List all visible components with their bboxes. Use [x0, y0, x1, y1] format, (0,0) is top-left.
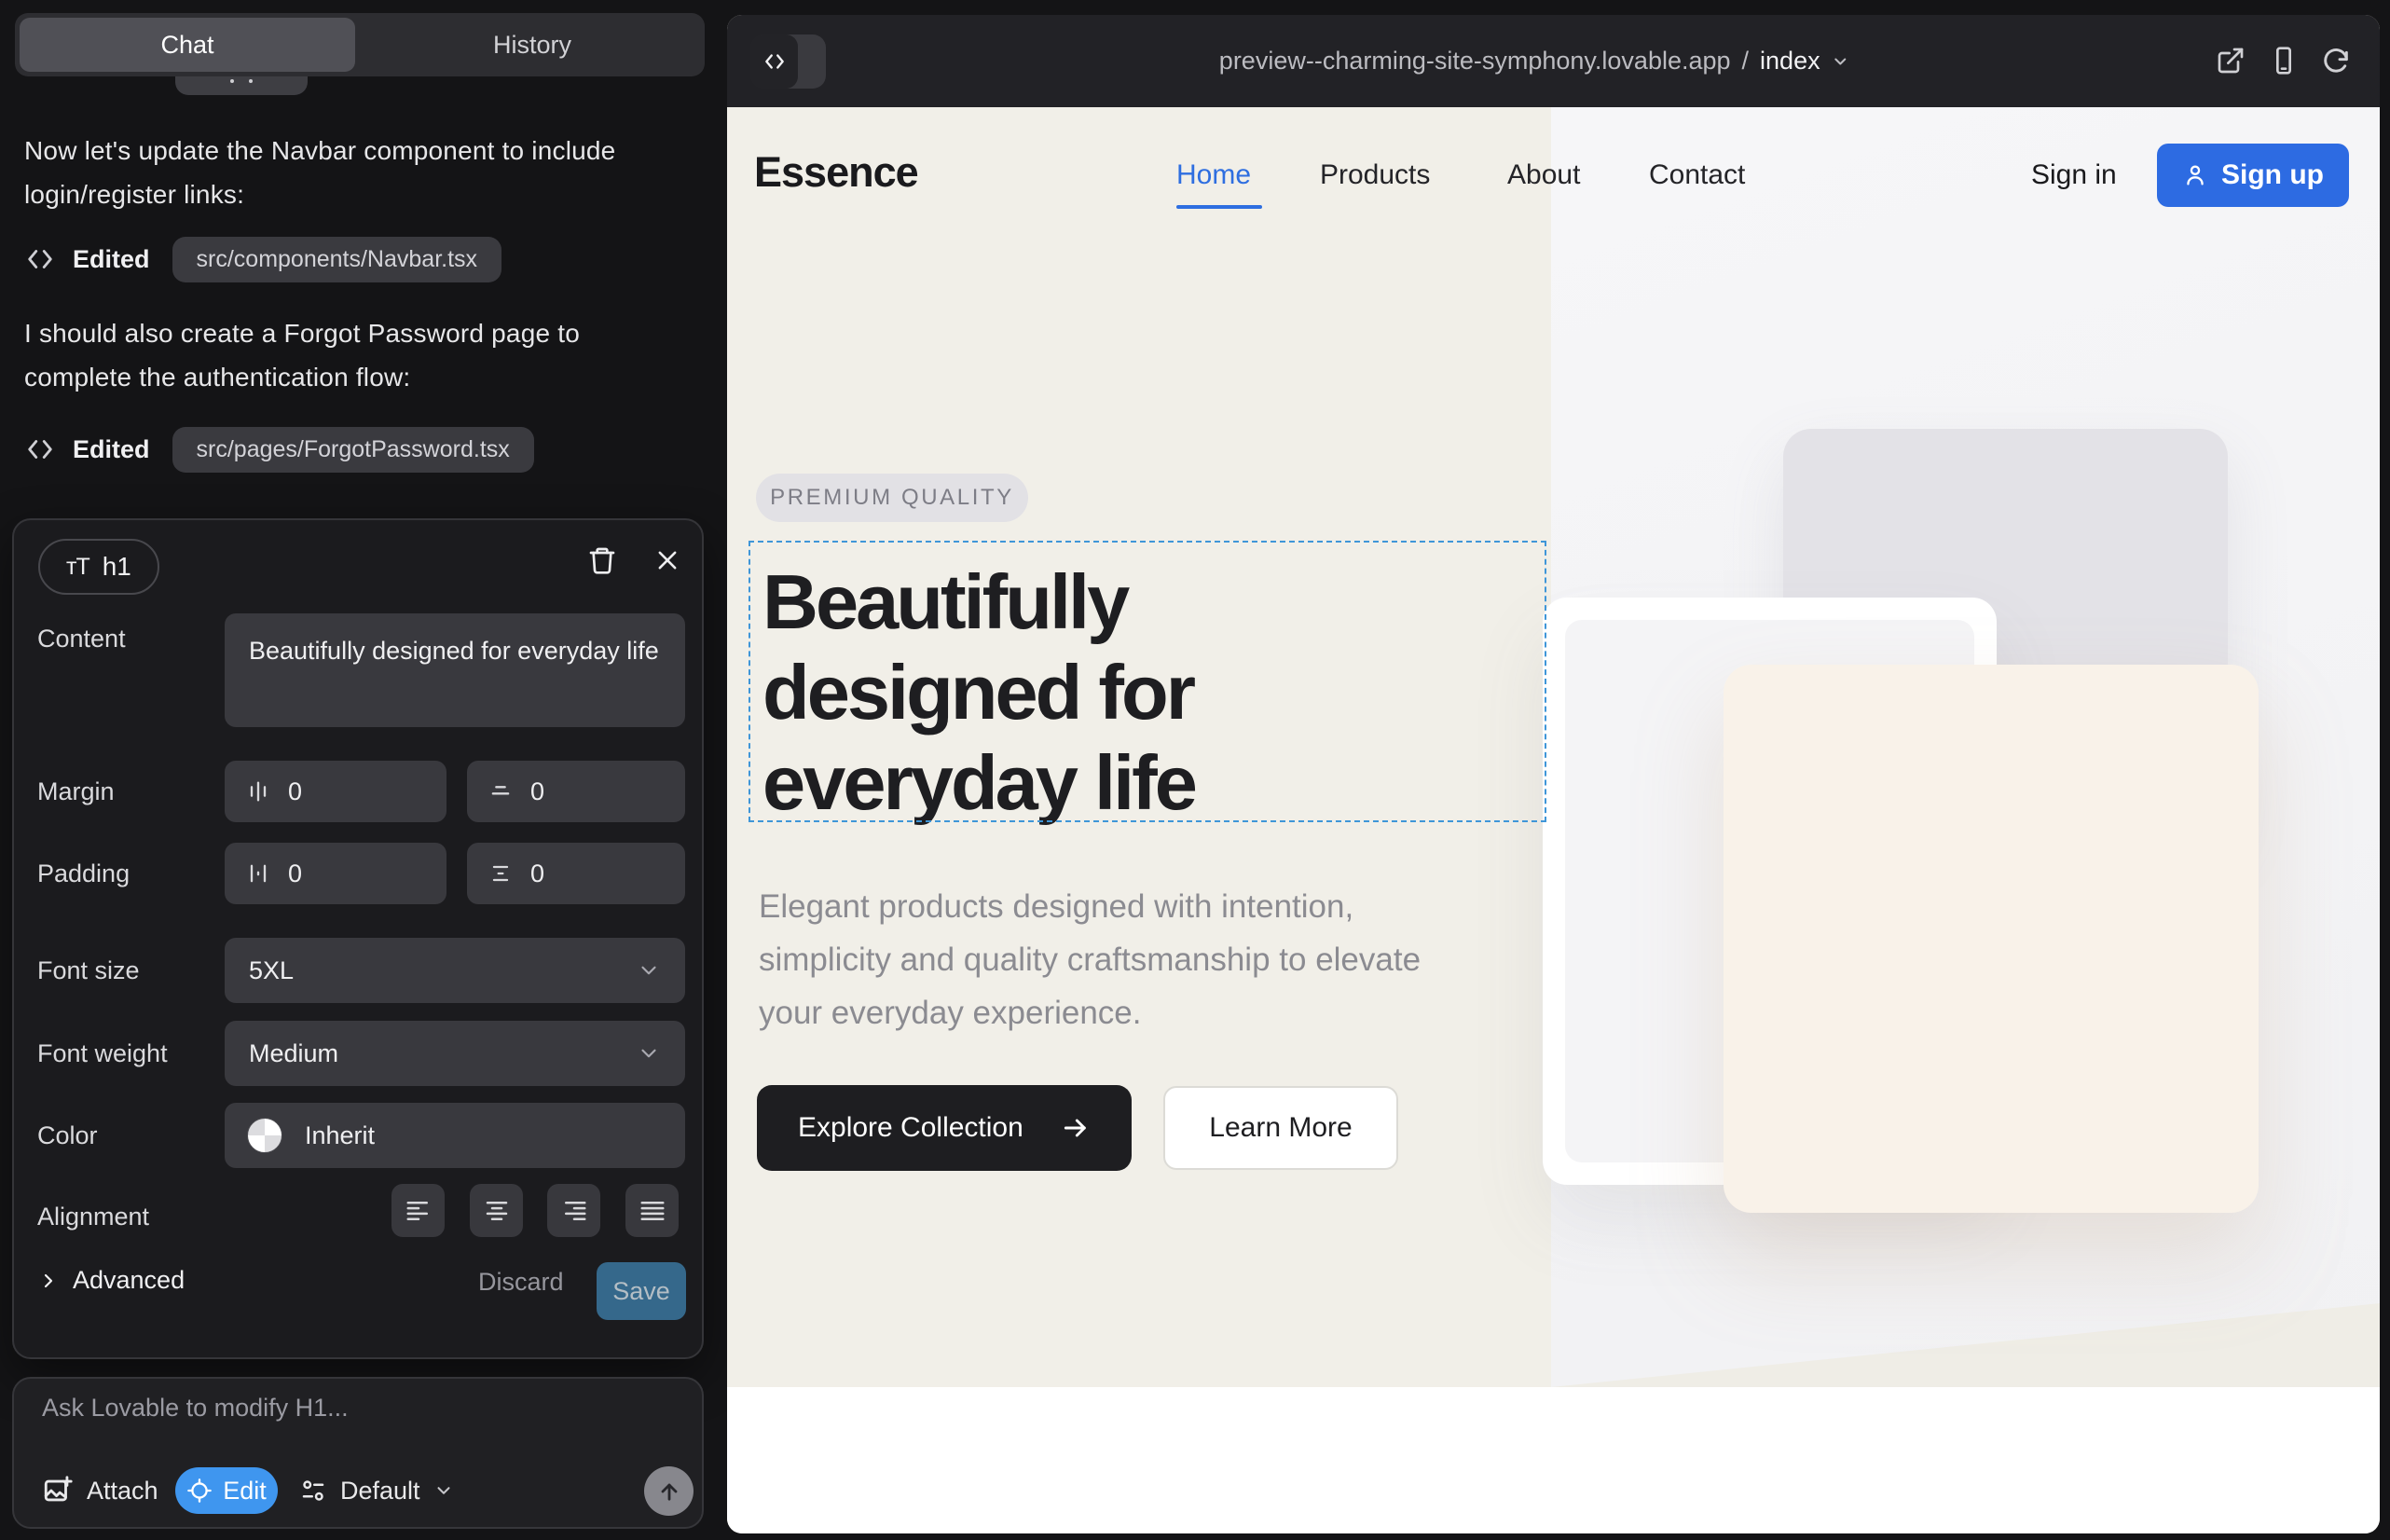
- chevron-down-icon: [637, 1041, 661, 1066]
- nav-home[interactable]: Home: [1176, 159, 1251, 191]
- refresh-icon: [2321, 46, 2351, 76]
- chevron-down-icon: [1832, 52, 1850, 71]
- arrow-up-icon: [656, 1478, 682, 1505]
- margin-horizontal-icon: [245, 778, 271, 804]
- alignment-label: Alignment: [37, 1203, 149, 1231]
- discard-button[interactable]: Discard: [478, 1268, 564, 1297]
- learn-more-button[interactable]: Learn More: [1163, 1086, 1398, 1170]
- padding-label: Padding: [37, 859, 130, 888]
- align-center-icon: [483, 1197, 511, 1225]
- save-button[interactable]: Save: [597, 1262, 686, 1320]
- type-icon: тT: [66, 554, 89, 581]
- nav-products[interactable]: Products: [1320, 159, 1430, 191]
- nav-about[interactable]: About: [1507, 159, 1580, 191]
- margin-label: Margin: [37, 777, 115, 806]
- preview-domain: preview--charming-site-symphony.lovable.…: [1219, 47, 1731, 76]
- attach-button[interactable]: Attach: [42, 1467, 158, 1514]
- align-left-button[interactable]: [391, 1184, 445, 1237]
- preview-toolbar: preview--charming-site-symphony.lovable.…: [727, 15, 2380, 107]
- padding-vertical-icon: [488, 860, 514, 887]
- sign-in-link[interactable]: Sign in: [2031, 159, 2117, 191]
- preview-page: index: [1760, 47, 1820, 76]
- site-logo[interactable]: Essence: [754, 148, 918, 197]
- edited-label: Edited: [73, 245, 150, 274]
- color-swatch: [247, 1118, 282, 1153]
- padding-horizontal-icon: [245, 860, 271, 887]
- padding-x-input[interactable]: 0: [225, 843, 446, 904]
- chat-input[interactable]: [42, 1394, 676, 1444]
- tag-name: h1: [103, 552, 131, 582]
- crosshair-icon: [186, 1478, 213, 1504]
- model-default-dropdown[interactable]: Default: [299, 1467, 454, 1514]
- assistant-message: Now let's update the Navbar component to…: [24, 129, 667, 216]
- element-editor-panel: тT h1 Content Beautifully designed for e…: [12, 518, 704, 1359]
- align-right-button[interactable]: [547, 1184, 600, 1237]
- assistant-message: I should also create a Forgot Password p…: [24, 311, 667, 399]
- chevron-right-icon: [37, 1270, 60, 1292]
- edited-file-row: Edited src/components/Navbar.tsx: [24, 235, 501, 283]
- align-justify-icon: [639, 1197, 666, 1225]
- padding-y-input[interactable]: 0: [467, 843, 685, 904]
- explore-collection-button[interactable]: Explore Collection: [757, 1085, 1132, 1171]
- chat-panel: Chat History Now let's update the Navbar…: [0, 0, 727, 1540]
- align-left-icon: [405, 1197, 433, 1225]
- chat-history-tabbar: Chat History: [15, 13, 705, 76]
- edited-file-row: Edited src/pages/ForgotPassword.tsx: [24, 425, 534, 474]
- decor-card-beige: [1724, 665, 2259, 1213]
- close-editor-button[interactable]: [646, 539, 689, 582]
- code-icon: [24, 243, 56, 275]
- font-weight-label: Font weight: [37, 1039, 168, 1068]
- refresh-button[interactable]: [2319, 44, 2353, 77]
- chevron-down-icon: [637, 958, 661, 983]
- delete-element-button[interactable]: [581, 539, 624, 582]
- code-icon: [762, 49, 787, 74]
- font-weight-select[interactable]: Medium: [225, 1021, 685, 1086]
- selected-element-tag[interactable]: тT h1: [38, 539, 159, 595]
- user-icon: [2182, 162, 2208, 188]
- tab-chat[interactable]: Chat: [20, 18, 355, 72]
- hero-description: Elegant products designed with intention…: [759, 880, 1481, 1039]
- tab-history[interactable]: History: [360, 13, 705, 76]
- collapsed-pill[interactable]: [175, 76, 308, 95]
- align-right-icon: [560, 1197, 588, 1225]
- edit-mode-button[interactable]: Edit: [175, 1467, 278, 1514]
- path-separator: /: [1742, 47, 1750, 76]
- premium-quality-badge: PREMIUM QUALITY: [756, 474, 1028, 522]
- preview-url[interactable]: preview--charming-site-symphony.lovable.…: [1219, 15, 1850, 107]
- external-link-icon: [2216, 46, 2246, 76]
- content-label: Content: [37, 625, 126, 653]
- font-size-label: Font size: [37, 956, 140, 985]
- code-toggle-knob: [750, 34, 798, 89]
- below-hero-section: [727, 1387, 2380, 1533]
- open-in-new-tab-button[interactable]: [2214, 44, 2247, 77]
- image-plus-icon: [42, 1475, 74, 1506]
- align-center-button[interactable]: [470, 1184, 523, 1237]
- nav-contact[interactable]: Contact: [1649, 159, 1745, 191]
- font-size-select[interactable]: 5XL: [225, 938, 685, 1003]
- preview-window: preview--charming-site-symphony.lovable.…: [727, 15, 2380, 1533]
- edited-file-pill[interactable]: src/pages/ForgotPassword.tsx: [172, 427, 534, 473]
- sliders-icon: [299, 1477, 327, 1505]
- chevron-down-icon: [433, 1480, 454, 1501]
- margin-vertical-icon: [488, 778, 514, 804]
- margin-x-input[interactable]: 0: [225, 761, 446, 822]
- mobile-view-button[interactable]: [2267, 44, 2301, 77]
- send-button[interactable]: [644, 1466, 694, 1516]
- color-select[interactable]: Inherit: [225, 1103, 685, 1168]
- hero-heading[interactable]: Beautifully designed for everyday life: [762, 557, 1195, 828]
- margin-y-input[interactable]: 0: [467, 761, 685, 822]
- code-view-toggle[interactable]: [750, 34, 826, 89]
- code-icon: [24, 433, 56, 465]
- arrow-right-icon: [1061, 1113, 1091, 1143]
- align-justify-button[interactable]: [625, 1184, 679, 1237]
- content-input[interactable]: Beautifully designed for everyday life: [225, 613, 685, 727]
- nav-active-underline: [1176, 205, 1262, 209]
- advanced-toggle[interactable]: Advanced: [37, 1266, 185, 1295]
- chat-composer: Attach Edit Default: [12, 1377, 704, 1529]
- sign-up-button[interactable]: Sign up: [2157, 144, 2349, 207]
- color-label: Color: [37, 1121, 98, 1150]
- smartphone-icon: [2269, 46, 2299, 76]
- edited-file-pill[interactable]: src/components/Navbar.tsx: [172, 237, 502, 282]
- edited-label: Edited: [73, 435, 150, 464]
